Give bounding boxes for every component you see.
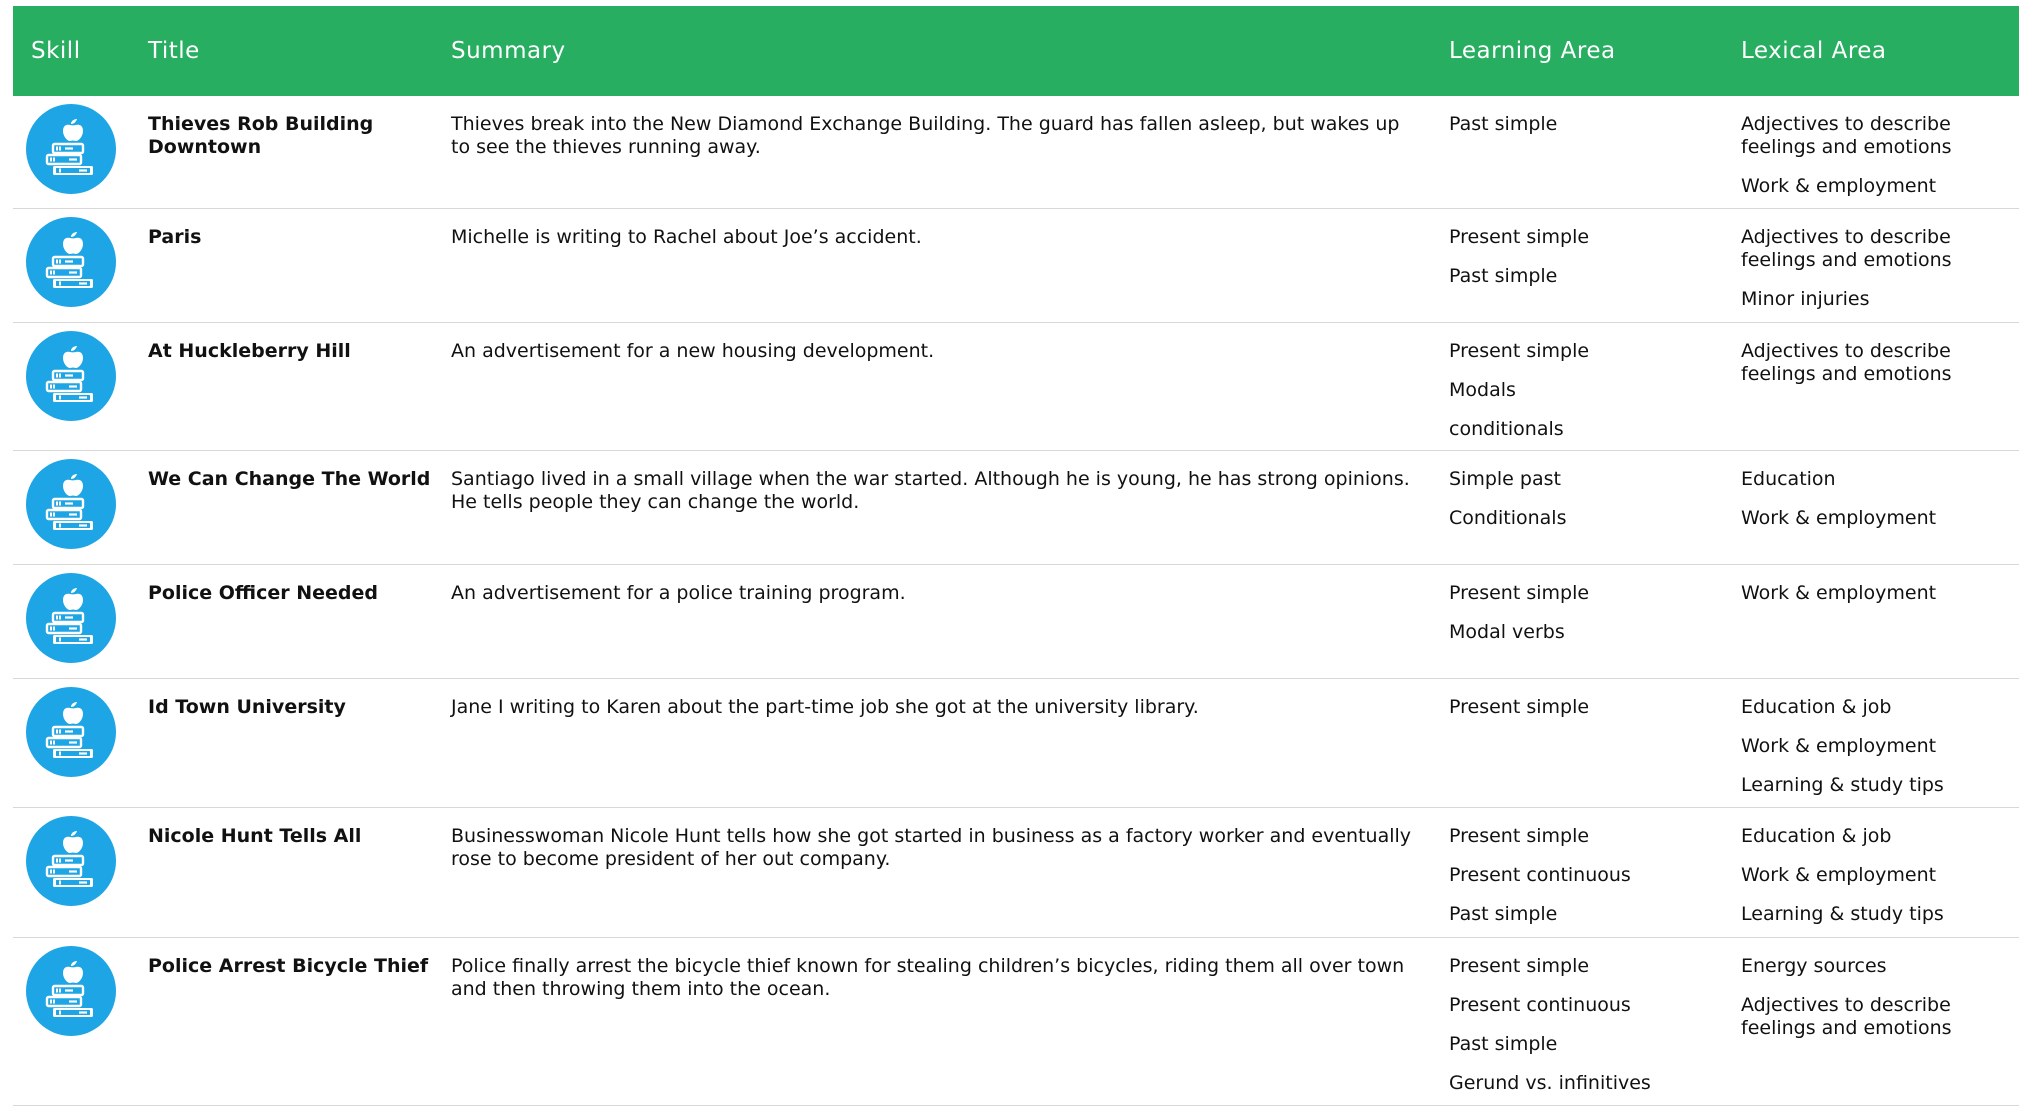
books-apple-icon: [26, 104, 116, 194]
lexical-area-cell: Energy sources Adjectives to describe fee…: [1741, 938, 2019, 1105]
lexical-area-item: Education: [1741, 468, 1836, 490]
header-skill: Skill: [31, 38, 81, 64]
table-row: Paris Michelle is writing to Rachel about…: [13, 209, 2019, 323]
books-apple-icon: [26, 946, 116, 1036]
learning-area-cell: Simple past Conditionals: [1449, 451, 1741, 564]
skill-cell: [13, 938, 148, 1105]
reading-table: Skill Title Summary Learning Area Lexica…: [13, 6, 2019, 1106]
table-body: Thieves Rob Building Downtown Thieves bre…: [13, 96, 2019, 1106]
books-apple-icon: [26, 459, 116, 549]
lexical-area-item: Adjectives to describe feelings and emot…: [1741, 994, 1952, 1039]
table-row: We Can Change The World Santiago lived in…: [13, 451, 2019, 565]
learning-area-item: Conditionals: [1449, 507, 1567, 529]
lexical-area-item: Minor injuries: [1741, 288, 1870, 310]
title-cell: At Huckleberry Hill: [148, 340, 351, 362]
learning-area-cell: Present simple Modals conditionals: [1449, 323, 1741, 450]
title-cell: Thieves Rob Building Downtown: [148, 113, 374, 158]
lexical-area-item: Education & job: [1741, 696, 1892, 718]
learning-area-item: Past simple: [1449, 113, 1558, 135]
lexical-area-cell: Adjectives to describe feelings and emot…: [1741, 96, 2019, 208]
lexical-area-item: Work & employment: [1741, 507, 1937, 529]
learning-area-cell: Present simple Present continuous Past sim…: [1449, 808, 1741, 937]
table-row: Police Arrest Bicycle Thief Police finall…: [13, 938, 2019, 1106]
learning-area-item: Simple past: [1449, 468, 1561, 490]
learning-area-item: Present simple: [1449, 340, 1590, 362]
summary-cell: An advertisement for a police training p…: [451, 582, 906, 604]
learning-area-item: Present simple: [1449, 696, 1590, 718]
books-apple-icon: [26, 573, 116, 663]
title-cell: Paris: [148, 226, 202, 248]
learning-area-cell: Present simple: [1449, 679, 1741, 807]
learning-area-cell: Past simple: [1449, 96, 1741, 208]
summary-cell: An advertisement for a new housing devel…: [451, 340, 935, 362]
lexical-area-item: Adjectives to describe feelings and emot…: [1741, 340, 1952, 385]
skill-cell: [13, 96, 148, 208]
skill-cell: [13, 808, 148, 937]
title-cell: Id Town University: [148, 696, 346, 718]
learning-area-item: Gerund vs. infinitives: [1449, 1072, 1651, 1094]
lexical-area-cell: Education & job Work & employment Learning…: [1741, 679, 2019, 807]
books-apple-icon: [26, 331, 116, 421]
learning-area-item: Modals: [1449, 379, 1516, 401]
summary-cell: Jane I writing to Karen about the part-t…: [451, 696, 1199, 718]
header-summary: Summary: [451, 38, 566, 64]
learning-area-item: Past simple: [1449, 903, 1558, 925]
lexical-area-item: Work & employment: [1741, 735, 1937, 757]
lexical-area-item: Work & employment: [1741, 864, 1937, 886]
skill-cell: [13, 323, 148, 450]
skill-cell: [13, 209, 148, 322]
title-cell: Police Arrest Bicycle Thief: [148, 955, 429, 977]
learning-area-cell: Present simple Modal verbs: [1449, 565, 1741, 678]
learning-area-item: conditionals: [1449, 418, 1564, 440]
header-learning-area: Learning Area: [1449, 38, 1616, 64]
lexical-area-item: Learning & study tips: [1741, 903, 1944, 925]
lexical-area-cell: Work & employment: [1741, 565, 2019, 678]
lexical-area-item: Adjectives to describe feelings and emot…: [1741, 226, 1952, 271]
table-header: Skill Title Summary Learning Area Lexica…: [13, 6, 2019, 96]
lexical-area-cell: Adjectives to describe feelings and emot…: [1741, 323, 2019, 450]
lexical-area-item: Education & job: [1741, 825, 1892, 847]
books-apple-icon: [26, 217, 116, 307]
lexical-area-item: Adjectives to describe feelings and emot…: [1741, 113, 1952, 158]
summary-cell: Michelle is writing to Rachel about Joe’…: [451, 226, 922, 248]
learning-area-item: Present continuous: [1449, 994, 1631, 1016]
lexical-area-cell: Education Work & employment: [1741, 451, 2019, 564]
lexical-area-cell: Education & job Work & employment Learning…: [1741, 808, 2019, 937]
books-apple-icon: [26, 687, 116, 777]
learning-area-item: Present continuous: [1449, 864, 1631, 886]
title-cell: We Can Change The World: [148, 468, 431, 490]
header-lexical-area: Lexical Area: [1741, 38, 1887, 64]
lexical-area-cell: Adjectives to describe feelings and emot…: [1741, 209, 2019, 322]
books-apple-icon: [26, 816, 116, 906]
skill-cell: [13, 451, 148, 564]
learning-area-item: Present simple: [1449, 582, 1590, 604]
table-row: Police Officer Needed An advertisement fo…: [13, 565, 2019, 679]
lexical-area-item: Work & employment: [1741, 175, 1937, 197]
table-row: Nicole Hunt Tells All Businesswoman Nicol…: [13, 808, 2019, 938]
summary-cell: Police finally arrest the bicycle thief …: [451, 955, 1405, 1000]
summary-cell: Thieves break into the New Diamond Excha…: [451, 113, 1400, 158]
title-cell: Nicole Hunt Tells All: [148, 825, 362, 847]
learning-area-cell: Present simple Past simple: [1449, 209, 1741, 322]
table-row: At Huckleberry Hill An advertisement for …: [13, 323, 2019, 451]
lexical-area-item: Energy sources: [1741, 955, 1887, 977]
learning-area-item: Present simple: [1449, 825, 1590, 847]
learning-area-item: Present simple: [1449, 226, 1590, 248]
lexical-area-item: Learning & study tips: [1741, 774, 1944, 796]
skill-cell: [13, 565, 148, 678]
learning-area-item: Present simple: [1449, 955, 1590, 977]
header-title: Title: [148, 38, 200, 64]
table-row: Id Town University Jane I writing to Kare…: [13, 679, 2019, 808]
skill-cell: [13, 679, 148, 807]
table-row: Thieves Rob Building Downtown Thieves bre…: [13, 96, 2019, 209]
lexical-area-item: Work & employment: [1741, 582, 1937, 604]
learning-area-cell: Present simple Present continuous Past sim…: [1449, 938, 1741, 1105]
summary-cell: Businesswoman Nicole Hunt tells how she …: [451, 825, 1412, 870]
learning-area-item: Modal verbs: [1449, 621, 1565, 643]
summary-cell: Santiago lived in a small village when t…: [451, 468, 1410, 513]
learning-area-item: Past simple: [1449, 1033, 1558, 1055]
learning-area-item: Past simple: [1449, 265, 1558, 287]
title-cell: Police Officer Needed: [148, 582, 379, 604]
